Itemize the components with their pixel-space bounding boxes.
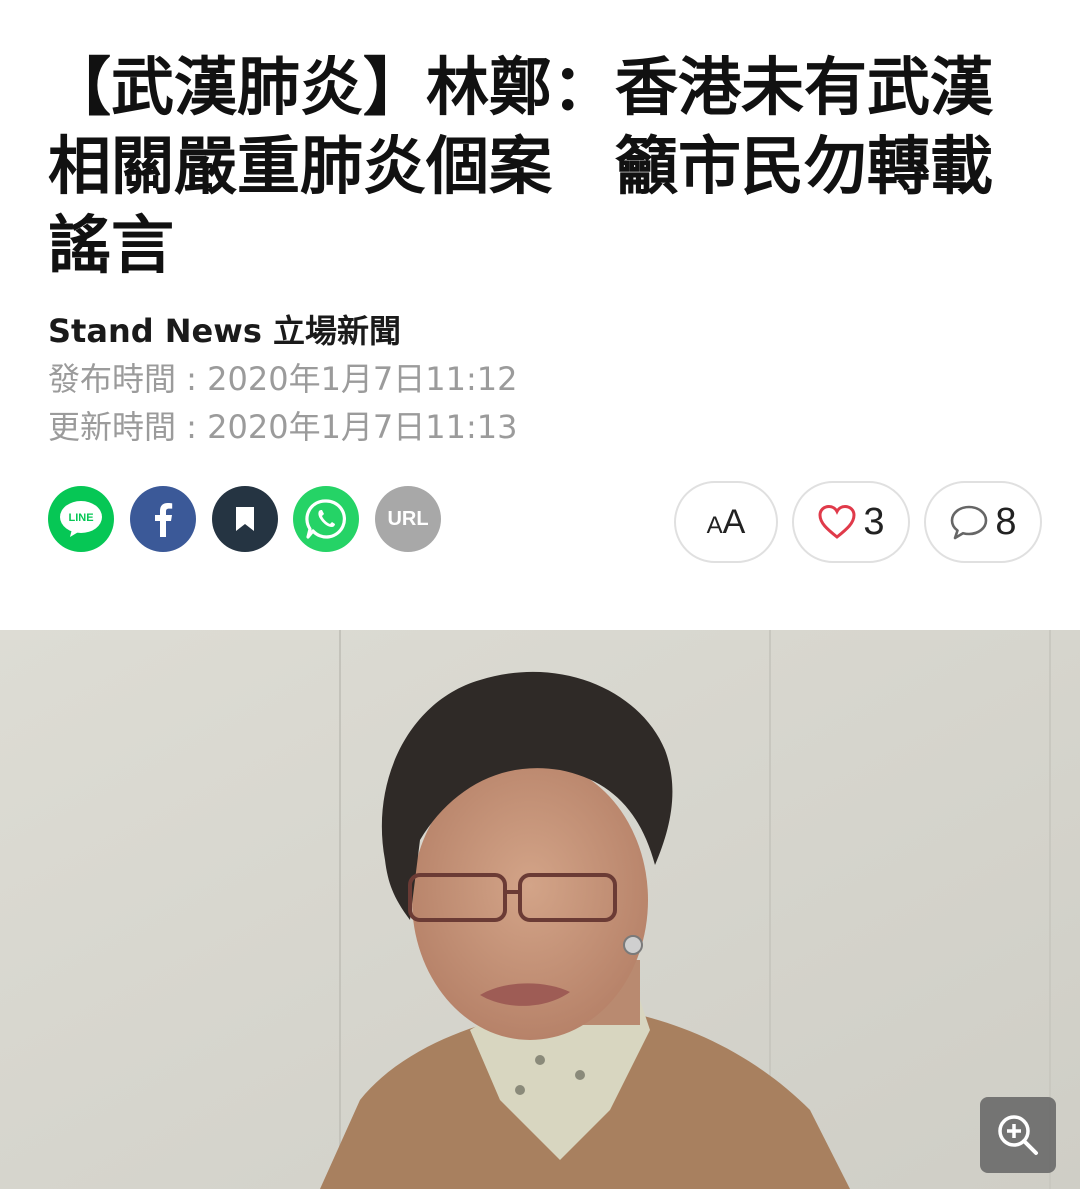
- url-label: URL: [387, 507, 429, 530]
- share-line-button[interactable]: LINE: [48, 486, 114, 552]
- published-time: 發布時間 : 2020年1月7日11:12: [48, 360, 518, 398]
- line-icon-label: LINE: [68, 512, 93, 524]
- facebook-icon: [155, 503, 173, 537]
- zoom-button[interactable]: [980, 1097, 1056, 1173]
- font-size-button[interactable]: AA: [674, 481, 778, 563]
- article-photo-image: [0, 630, 1080, 1189]
- font-size-small-letter: A: [706, 511, 723, 539]
- copy-url-button[interactable]: URL: [375, 486, 441, 552]
- share-whatsapp-button[interactable]: [293, 486, 359, 552]
- line-icon: LINE: [60, 501, 102, 537]
- article-photo[interactable]: [0, 630, 1080, 1189]
- bookmark-button[interactable]: [212, 486, 278, 552]
- like-button[interactable]: 3: [792, 481, 910, 563]
- font-size-big-letter: A: [722, 502, 746, 541]
- font-size-icon: AA: [707, 503, 746, 542]
- updated-time: 更新時間 : 2020年1月7日11:13: [48, 408, 518, 446]
- zoom-in-icon: [998, 1115, 1038, 1155]
- article-title: 【武漢肺炎】林鄭：香港未有武漢相關嚴重肺炎個案 籲市民勿轉載謠言: [48, 51, 993, 282]
- heart-icon: [818, 504, 856, 539]
- comment-button[interactable]: 8: [924, 481, 1042, 563]
- share-facebook-button[interactable]: [130, 486, 196, 552]
- bookmark-icon: [236, 507, 254, 531]
- like-count: 3: [863, 500, 885, 543]
- whatsapp-icon: [305, 499, 346, 539]
- author-name[interactable]: Stand News 立場新聞: [48, 306, 401, 352]
- comment-bubble-icon: [951, 505, 988, 540]
- comment-count: 8: [995, 500, 1017, 543]
